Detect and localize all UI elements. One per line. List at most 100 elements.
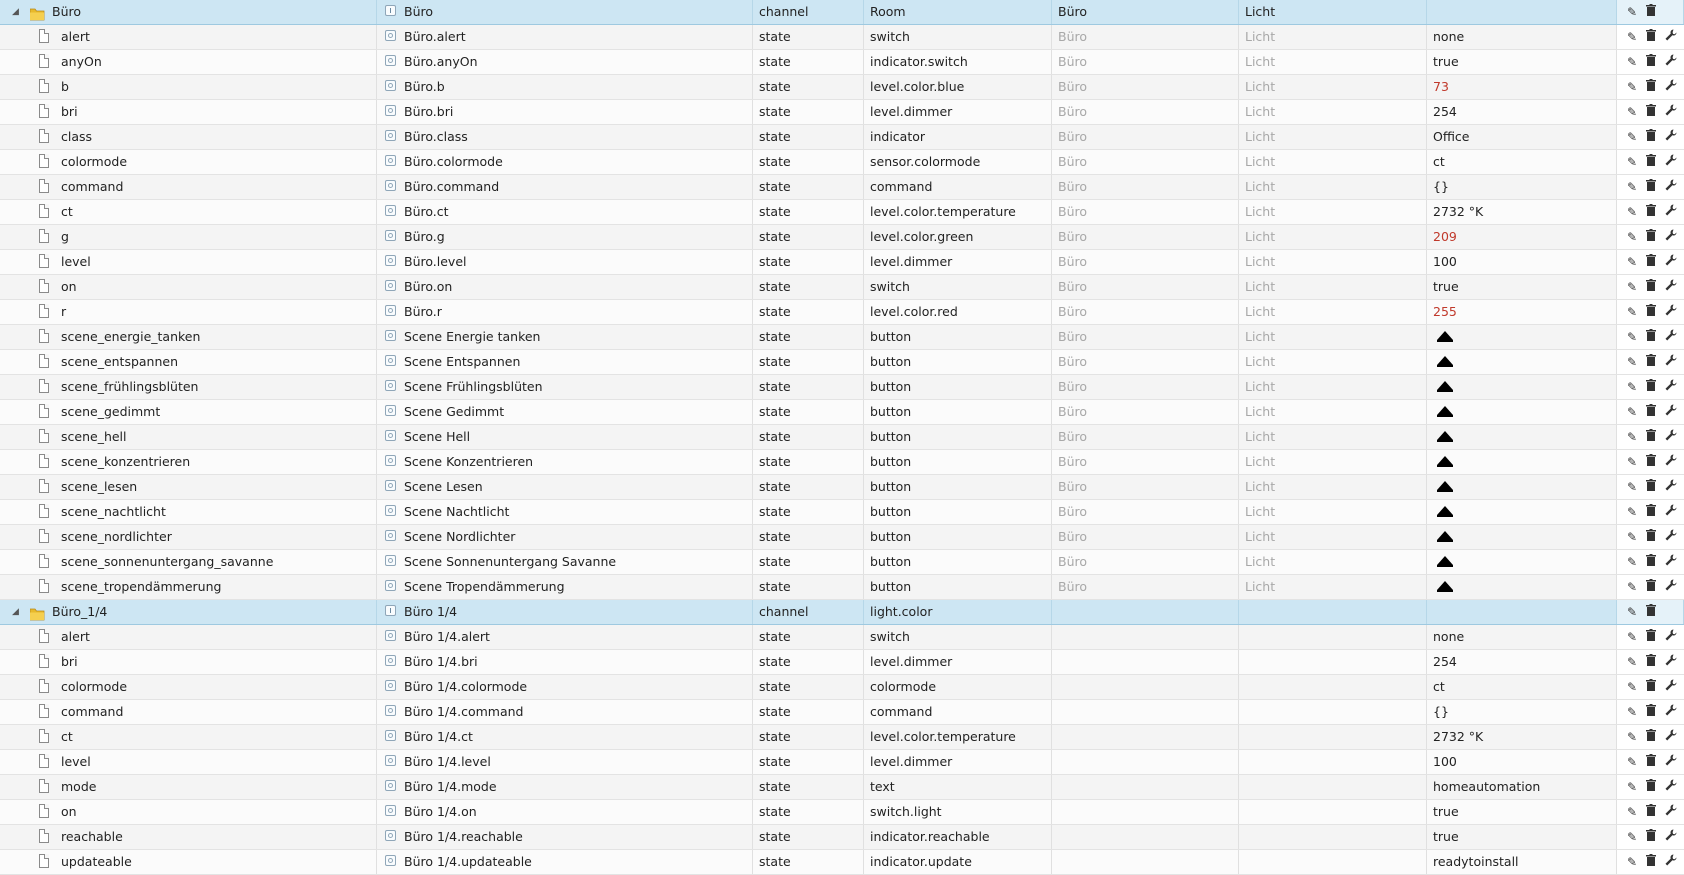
trash-icon[interactable] — [1642, 228, 1660, 246]
wrench-icon[interactable] — [1662, 478, 1680, 496]
table-row[interactable]: scene_konzentrieren Scene Konzentrieren … — [0, 450, 1684, 475]
value-cell[interactable]: 255 — [1427, 300, 1617, 324]
value-cell[interactable]: true — [1427, 275, 1617, 299]
wrench-icon[interactable] — [1662, 853, 1680, 871]
value-cell[interactable]: true — [1427, 50, 1617, 74]
value-cell[interactable] — [1427, 500, 1617, 524]
table-row[interactable]: scene_nachtlicht Scene Nachtlicht state … — [0, 500, 1684, 525]
table-row[interactable]: scene_frühlingsblüten Scene Frühlingsblü… — [0, 375, 1684, 400]
table-row[interactable]: colormode Büro 1/4.colormode state color… — [0, 675, 1684, 700]
table-row[interactable]: g Büro.g state level.color.green Büro Li… — [0, 225, 1684, 250]
value-text[interactable]: 254 — [1433, 650, 1457, 674]
trash-icon[interactable] — [1642, 728, 1660, 746]
state-id[interactable]: b — [61, 75, 69, 99]
pencil-icon[interactable]: ✎ — [1623, 378, 1641, 396]
state-id[interactable]: alert — [61, 25, 90, 49]
state-id[interactable]: colormode — [61, 675, 127, 699]
pencil-icon[interactable]: ✎ — [1623, 478, 1641, 496]
pencil-icon[interactable]: ✎ — [1623, 228, 1641, 246]
button-icon[interactable] — [1437, 456, 1453, 467]
value-cell[interactable]: {} — [1427, 700, 1617, 724]
table-row[interactable]: command Büro 1/4.command state command {… — [0, 700, 1684, 725]
trash-icon[interactable] — [1642, 253, 1660, 271]
value-cell[interactable]: 2732 °K — [1427, 725, 1617, 749]
trash-icon[interactable] — [1642, 428, 1660, 446]
trash-icon[interactable] — [1642, 753, 1660, 771]
value-text[interactable]: {} — [1433, 175, 1449, 199]
value-text[interactable]: true — [1433, 50, 1459, 74]
wrench-icon[interactable] — [1662, 53, 1680, 71]
value-cell[interactable]: ct — [1427, 675, 1617, 699]
table-row[interactable]: b Büro.b state level.color.blue Büro Lic… — [0, 75, 1684, 100]
value-cell[interactable]: 100 — [1427, 750, 1617, 774]
wrench-icon[interactable] — [1662, 253, 1680, 271]
value-cell[interactable]: 100 — [1427, 250, 1617, 274]
collapse-arrow-icon[interactable]: ◢ — [12, 0, 22, 24]
wrench-icon[interactable] — [1662, 278, 1680, 296]
wrench-icon[interactable] — [1662, 553, 1680, 571]
state-id[interactable]: scene_entspannen — [61, 350, 178, 374]
trash-icon[interactable] — [1642, 778, 1660, 796]
wrench-icon[interactable] — [1662, 28, 1680, 46]
table-row[interactable]: scene_tropendämmerung Scene Tropendämmer… — [0, 575, 1684, 600]
button-icon[interactable] — [1437, 331, 1453, 342]
pencil-icon[interactable]: ✎ — [1623, 178, 1641, 196]
table-row[interactable]: ct Büro.ct state level.color.temperature… — [0, 200, 1684, 225]
wrench-icon[interactable] — [1662, 378, 1680, 396]
pencil-icon[interactable]: ✎ — [1623, 328, 1641, 346]
trash-icon[interactable] — [1642, 203, 1660, 221]
state-id[interactable]: command — [61, 700, 123, 724]
wrench-icon[interactable] — [1662, 703, 1680, 721]
table-row[interactable]: scene_nordlichter Scene Nordlichter stat… — [0, 525, 1684, 550]
state-id[interactable]: scene_nordlichter — [61, 525, 172, 549]
state-id[interactable]: scene_tropendämmerung — [61, 575, 221, 599]
value-cell[interactable] — [1427, 400, 1617, 424]
value-text[interactable]: true — [1433, 825, 1459, 849]
wrench-icon[interactable] — [1662, 578, 1680, 596]
table-row[interactable]: scene_entspannen Scene Entspannen state … — [0, 350, 1684, 375]
button-icon[interactable] — [1437, 481, 1453, 492]
button-icon[interactable] — [1437, 531, 1453, 542]
table-row[interactable]: alert Büro 1/4.alert state switch none ✎ — [0, 625, 1684, 650]
state-id[interactable]: r — [61, 300, 66, 324]
value-cell[interactable]: 209 — [1427, 225, 1617, 249]
table-row[interactable]: reachable Büro 1/4.reachable state indic… — [0, 825, 1684, 850]
state-id[interactable]: scene_konzentrieren — [61, 450, 190, 474]
value-cell[interactable]: true — [1427, 825, 1617, 849]
state-id[interactable]: updateable — [61, 850, 132, 874]
table-row[interactable]: scene_energie_tanken Scene Energie tanke… — [0, 325, 1684, 350]
wrench-icon[interactable] — [1662, 353, 1680, 371]
value-text[interactable]: 2732 °K — [1433, 725, 1483, 749]
value-cell[interactable] — [1427, 0, 1617, 24]
table-row[interactable]: colormode Büro.colormode state sensor.co… — [0, 150, 1684, 175]
value-text[interactable]: none — [1433, 625, 1464, 649]
trash-icon[interactable] — [1642, 328, 1660, 346]
wrench-icon[interactable] — [1662, 678, 1680, 696]
value-cell[interactable]: readytoinstall — [1427, 850, 1617, 874]
wrench-icon[interactable] — [1662, 778, 1680, 796]
pencil-icon[interactable]: ✎ — [1623, 803, 1641, 821]
value-cell[interactable]: 254 — [1427, 100, 1617, 124]
state-id[interactable]: class — [61, 125, 92, 149]
wrench-icon[interactable] — [1662, 103, 1680, 121]
table-row[interactable]: bri Büro.bri state level.dimmer Büro Lic… — [0, 100, 1684, 125]
value-cell[interactable] — [1427, 425, 1617, 449]
button-icon[interactable] — [1437, 406, 1453, 417]
pencil-icon[interactable]: ✎ — [1623, 78, 1641, 96]
value-text[interactable]: 255 — [1433, 300, 1457, 324]
value-text[interactable]: readytoinstall — [1433, 850, 1519, 874]
trash-icon[interactable] — [1642, 828, 1660, 846]
state-id[interactable]: bri — [61, 100, 78, 124]
pencil-icon[interactable]: ✎ — [1623, 3, 1641, 21]
pencil-icon[interactable]: ✎ — [1623, 278, 1641, 296]
value-cell[interactable]: none — [1427, 625, 1617, 649]
trash-icon[interactable] — [1642, 678, 1660, 696]
pencil-icon[interactable]: ✎ — [1623, 528, 1641, 546]
wrench-icon[interactable] — [1662, 303, 1680, 321]
trash-icon[interactable] — [1642, 503, 1660, 521]
value-cell[interactable]: ct — [1427, 150, 1617, 174]
state-id[interactable]: level — [61, 250, 91, 274]
state-id[interactable]: level — [61, 750, 91, 774]
state-id[interactable]: on — [61, 275, 77, 299]
value-cell[interactable]: {} — [1427, 175, 1617, 199]
